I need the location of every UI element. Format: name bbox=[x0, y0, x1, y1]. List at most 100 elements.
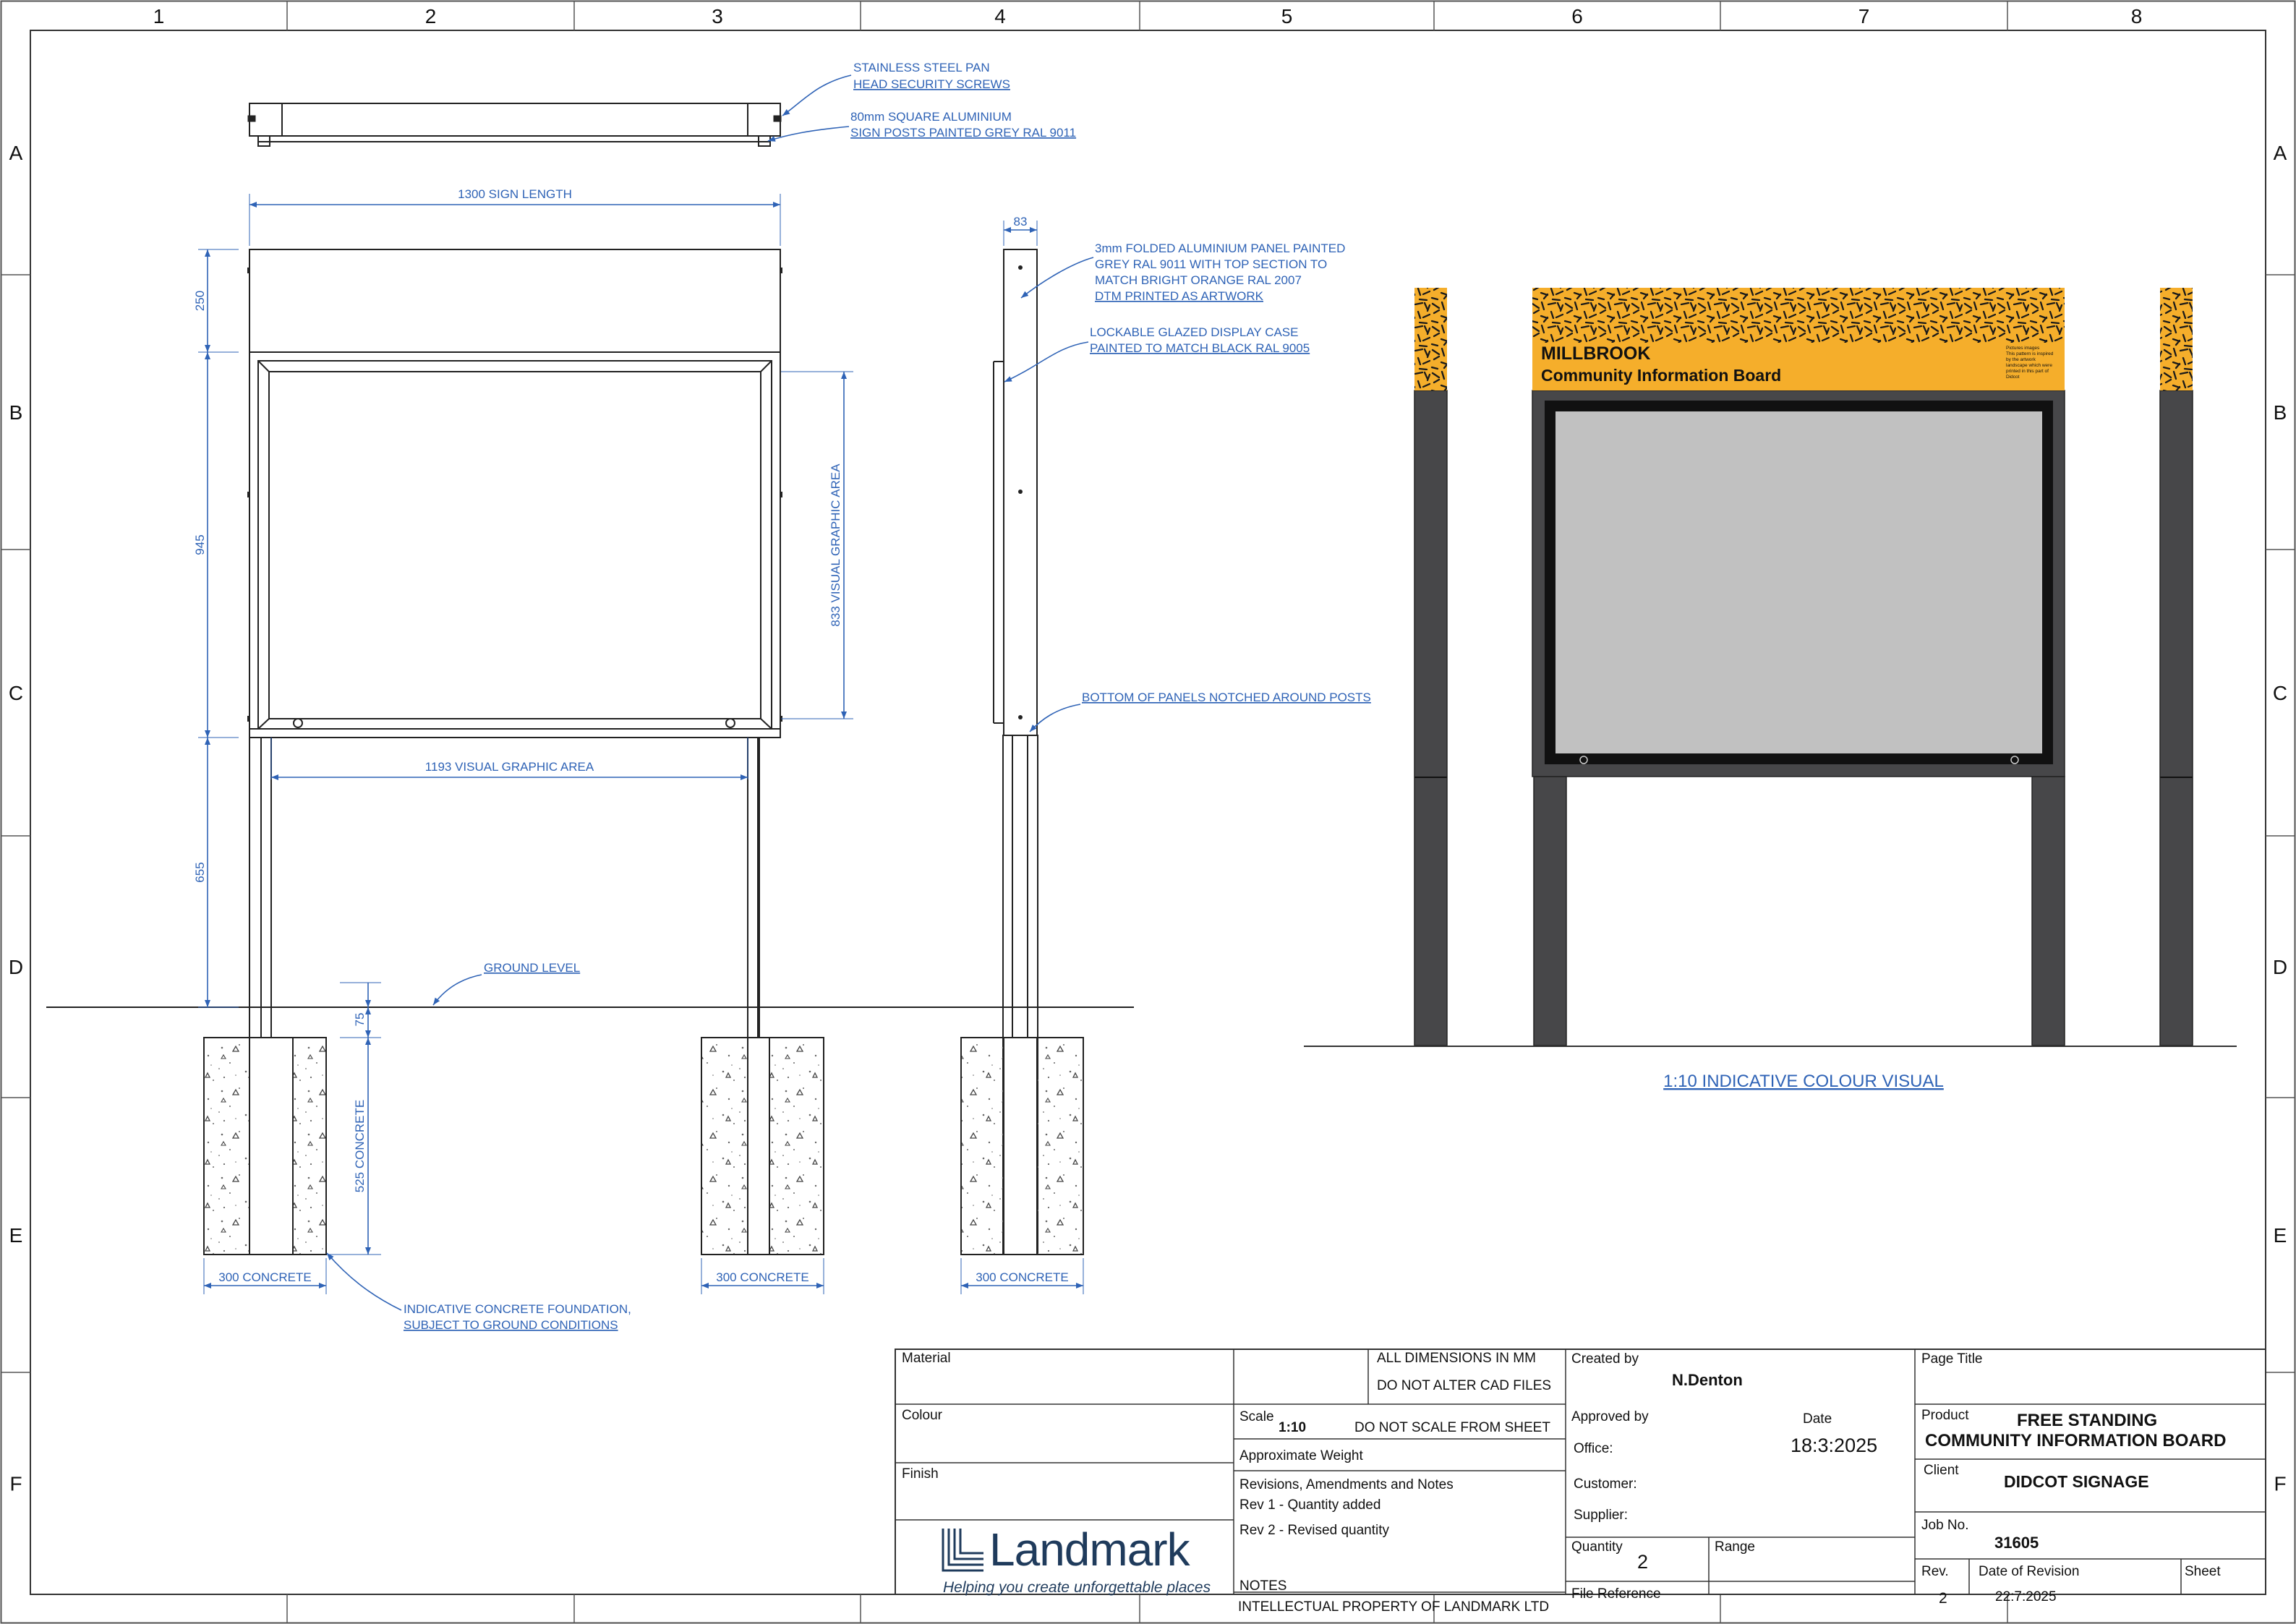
plan-screw bbox=[247, 115, 256, 122]
finish-label: Finish bbox=[902, 1466, 939, 1482]
callout-screws: HEAD SECURITY SCREWS bbox=[853, 77, 1010, 91]
ip-note: INTELLECTUAL PROPERTY OF LANDMARK LTD bbox=[1238, 1599, 1550, 1615]
fixing-dot bbox=[247, 716, 250, 722]
material-label: Material bbox=[902, 1351, 951, 1366]
grid-col-label: 4 bbox=[994, 5, 1006, 27]
dim-case-height-text: 945 bbox=[193, 534, 207, 555]
grid-row-label: B bbox=[2274, 401, 2287, 424]
client-value: DIDCOT SIGNAGE bbox=[2004, 1472, 2149, 1491]
front-display-case bbox=[249, 351, 781, 738]
callout-screws: STAINLESS STEEL PAN bbox=[853, 61, 990, 74]
visual-small-print: printed in this part of bbox=[2006, 369, 2049, 374]
visual-small-print: Didcot bbox=[2006, 375, 2020, 380]
supplier-label: Supplier: bbox=[1574, 1508, 1628, 1523]
quantity-label: Quantity bbox=[1571, 1539, 1623, 1555]
notes-label: NOTES bbox=[1239, 1578, 1287, 1594]
grid-row-label: D bbox=[9, 956, 23, 978]
created-value: N.Denton bbox=[1672, 1371, 1743, 1389]
callout-foundation: INDICATIVE CONCRETE FOUNDATION, bbox=[404, 1302, 631, 1316]
grid-col-label: 1 bbox=[153, 5, 165, 27]
dim-visual-width-text: 1193 VISUAL GRAPHIC AREA bbox=[425, 760, 594, 774]
file-ref-label: File Reference bbox=[1571, 1586, 1661, 1602]
callout-leader bbox=[782, 74, 852, 116]
case-corner bbox=[257, 360, 270, 372]
product-label: Product bbox=[1921, 1408, 1969, 1423]
date-revision-label: Date of Revision bbox=[1979, 1564, 2080, 1579]
colour-label: Colour bbox=[902, 1408, 942, 1423]
callout-panel: MATCH BRIGHT ORANGE RAL 2007 bbox=[1095, 273, 1302, 287]
case-lock bbox=[293, 718, 303, 728]
case-corner bbox=[257, 718, 270, 730]
fixing-dot bbox=[780, 492, 782, 497]
colour-visual: MILLBROOK Community Information Board Pict… bbox=[1304, 288, 2237, 1091]
front-top-section bbox=[249, 249, 781, 353]
landmark-logo-icon bbox=[942, 1529, 983, 1572]
grid-col-label: 5 bbox=[1281, 5, 1293, 27]
approved-label: Approved by bbox=[1571, 1409, 1649, 1424]
visual-small-print: landscape which were bbox=[2006, 363, 2052, 368]
visual-board-subtitle: Community Information Board bbox=[1541, 366, 1781, 385]
callout-panel: GREY RAL 9011 WITH TOP SECTION TO bbox=[1095, 257, 1327, 271]
range-label: Range bbox=[1715, 1539, 1755, 1555]
post-in-foundation bbox=[747, 1037, 770, 1255]
post-in-foundation bbox=[1003, 1037, 1038, 1255]
visual-caption: 1:10 INDICATIVE COLOUR VISUAL bbox=[1663, 1072, 1944, 1091]
grid-col-label: 3 bbox=[712, 5, 723, 27]
visual-post-cap-right bbox=[2160, 288, 2193, 390]
visual-board-title: MILLBROOK bbox=[1541, 343, 1650, 364]
grid-row-label: D bbox=[2273, 956, 2287, 978]
case-corner bbox=[760, 360, 772, 372]
callout-case: PAINTED TO MATCH BLACK RAL 9005 bbox=[1090, 341, 1310, 355]
grid-col-label: 2 bbox=[425, 5, 437, 27]
revisions-label: Revisions, Amendments and Notes bbox=[1239, 1477, 1454, 1492]
callout-notch: BOTTOM OF PANELS NOTCHED AROUND POSTS bbox=[1082, 691, 1371, 704]
grid-row-label: A bbox=[9, 142, 23, 164]
scale-note: DO NOT SCALE FROM SHEET bbox=[1354, 1420, 1550, 1435]
callout-leader bbox=[432, 974, 482, 1006]
side-fixing bbox=[1018, 265, 1023, 270]
visual-small-print: Pictures images bbox=[2006, 346, 2040, 351]
visual-outer-post-left bbox=[1414, 390, 1448, 1046]
callout-panel: 3mm FOLDED ALUMINIUM PANEL PAINTED bbox=[1095, 242, 1345, 255]
callout-leader bbox=[1004, 341, 1089, 383]
visual-small-print: This pattern is inspired bbox=[2006, 351, 2054, 356]
visual-small-print: by the artwork bbox=[2006, 357, 2036, 362]
fixing-dot bbox=[247, 268, 250, 273]
fixing-dot bbox=[247, 492, 250, 497]
technical-drawing: STAINLESS STEEL PAN HEAD SECURITY SCREWS 8… bbox=[46, 61, 1371, 1332]
dim-post-height-text: 655 bbox=[193, 862, 207, 882]
dim-concrete-width-text: 300 CONCRETE bbox=[976, 1270, 1068, 1284]
callout-leader bbox=[326, 1252, 402, 1311]
callout-posts: SIGN POSTS PAINTED GREY RAL 9011 bbox=[850, 126, 1076, 140]
visual-board-post-left bbox=[1533, 776, 1567, 1046]
visual-graphic-area bbox=[1555, 411, 2042, 753]
side-fixing bbox=[1018, 490, 1023, 494]
visual-board-post-right bbox=[2031, 776, 2065, 1046]
dim-ground-gap-text: 75 bbox=[353, 1013, 367, 1027]
plan-screw bbox=[773, 115, 782, 122]
date-revision-value: 22:7:2025 bbox=[1995, 1589, 2057, 1604]
weight-label: Approximate Weight bbox=[1239, 1448, 1363, 1463]
office-label: Office: bbox=[1574, 1441, 1613, 1456]
side-fixing bbox=[1018, 715, 1023, 719]
rev2-note: Rev 2 - Revised quantity bbox=[1239, 1523, 1389, 1538]
grid-col-label: 6 bbox=[1571, 5, 1583, 27]
visual-post-cap-left bbox=[1414, 288, 1447, 390]
plan-view-sign bbox=[249, 103, 781, 137]
rev1-note: Rev 1 - Quantity added bbox=[1239, 1497, 1381, 1513]
callout-posts: 80mm SQUARE ALUMINIUM bbox=[850, 110, 1012, 124]
grid-row-label: E bbox=[9, 1224, 23, 1247]
callout-case: LOCKABLE GLAZED DISPLAY CASE bbox=[1090, 325, 1299, 339]
dim-concrete-width-text: 300 CONCRETE bbox=[716, 1270, 808, 1284]
grid-row-label: A bbox=[2274, 142, 2287, 164]
scale-value: 1:10 bbox=[1279, 1420, 1307, 1435]
grid-row-label: C bbox=[9, 682, 23, 704]
fixing-dot bbox=[780, 268, 782, 273]
grid-col-label: 8 bbox=[2131, 5, 2143, 27]
front-case-inner bbox=[257, 360, 772, 730]
page-title-label: Page Title bbox=[1921, 1351, 1983, 1367]
drawing-sheet: 1 2 3 4 5 6 7 8 A A B B C C D D E E F F STAINLESS STEEL PAN… bbox=[0, 0, 2296, 1624]
sheet-label: Sheet bbox=[2185, 1564, 2221, 1579]
created-label: Created by bbox=[1571, 1351, 1639, 1367]
dim-sign-length-text: 1300 SIGN LENGTH bbox=[458, 187, 572, 201]
